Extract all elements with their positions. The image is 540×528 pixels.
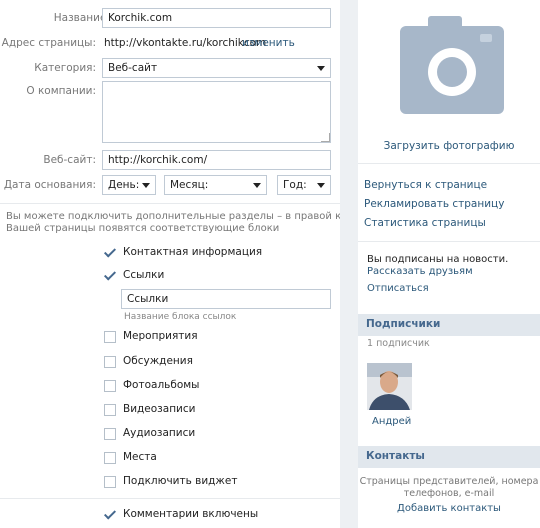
category-select[interactable]: Веб-сайт <box>102 58 331 78</box>
divider <box>358 241 540 242</box>
checkbox-label: Мероприятия <box>123 330 198 342</box>
checkbox-contacts[interactable] <box>104 247 116 259</box>
address-label: Адрес страницы: <box>1 37 96 49</box>
contacts-hint-line1: Страницы представителей, номера <box>359 476 539 487</box>
month-select[interactable]: Месяц: <box>164 175 267 195</box>
contacts-hint-line2: телефонов, e-mail <box>403 488 495 499</box>
links-block-hint: Название блока ссылок <box>124 312 237 322</box>
checkbox-places[interactable] <box>104 452 116 464</box>
divider <box>358 163 540 164</box>
chevron-down-icon <box>142 183 150 188</box>
checkbox-comments[interactable] <box>104 509 116 521</box>
checkbox-label: Аудиозаписи <box>123 427 196 439</box>
comments-label: Комментарии включены <box>123 508 259 520</box>
checkbox-label: Подключить виджет <box>123 475 238 487</box>
checkbox-label: Видеозаписи <box>123 403 196 415</box>
unsubscribe-link[interactable]: Отписаться <box>367 283 429 294</box>
website-label: Веб-сайт: <box>43 154 96 166</box>
checkbox-photoalbums[interactable] <box>104 380 116 392</box>
upload-photo-link[interactable]: Загрузить фотографию <box>358 140 540 152</box>
checkbox-videos[interactable] <box>104 404 116 416</box>
website-input[interactable]: http://korchik.com/ <box>102 150 331 170</box>
checkbox-events[interactable] <box>104 331 116 343</box>
chevron-down-icon <box>253 183 261 188</box>
checkbox-audio[interactable] <box>104 428 116 440</box>
sidebar: Загрузить фотографию Вернуться к страниц… <box>358 0 540 528</box>
founded-label: Дата основания: <box>3 179 96 191</box>
page-stats-link[interactable]: Статистика страницы <box>364 217 486 229</box>
checkbox-label: Контактная информация <box>123 246 263 258</box>
year-value: Год: <box>283 179 307 191</box>
checkbox-links[interactable] <box>104 270 116 282</box>
advertise-page-link[interactable]: Рекламировать страницу <box>364 198 504 210</box>
chevron-down-icon <box>317 183 325 188</box>
checkbox-label: Ссылки <box>123 269 165 281</box>
year-select[interactable]: Год: <box>277 175 331 195</box>
checkbox-label: Обсуждения <box>123 355 193 367</box>
month-value: Месяц: <box>170 179 209 191</box>
name-input[interactable]: Korchik.com <box>102 8 331 28</box>
avatar[interactable] <box>367 363 412 410</box>
subscribed-text: Вы подписаны на новости. <box>367 254 509 265</box>
subscribers-count[interactable]: 1 подписчик <box>367 338 430 349</box>
subscriber-name[interactable]: Андрей <box>372 416 411 427</box>
sections-hint-line2: Вашей страницы появятся соответствующие … <box>6 223 280 234</box>
resize-handle-icon[interactable] <box>321 133 330 142</box>
checkbox-widget[interactable] <box>104 476 116 488</box>
tell-friends-link[interactable]: Рассказать друзьям <box>367 266 473 277</box>
contacts-header: Контакты <box>358 446 540 468</box>
about-label: О компании: <box>26 85 96 97</box>
checkbox-discussions[interactable] <box>104 356 116 368</box>
checkbox-label: Фотоальбомы <box>123 379 200 391</box>
name-label: Название: <box>53 12 110 24</box>
chevron-down-icon <box>317 66 325 71</box>
subscribers-header[interactable]: Подписчики <box>358 314 540 336</box>
sections-hint-line1: Вы можете подключить дополнительные разд… <box>6 211 379 222</box>
column-gutter <box>340 0 358 528</box>
day-value: День: <box>108 179 140 191</box>
category-value: Веб-сайт <box>108 62 158 74</box>
category-label: Категория: <box>34 62 96 74</box>
camera-icon[interactable] <box>400 14 504 118</box>
edit-form: Название: Korchik.com Адрес страницы: ht… <box>0 0 378 528</box>
divider <box>0 498 340 499</box>
divider <box>0 203 340 204</box>
add-contacts-link[interactable]: Добавить контакты <box>358 503 540 514</box>
checkbox-label: Места <box>123 451 157 463</box>
back-to-page-link[interactable]: Вернуться к странице <box>364 179 487 191</box>
links-block-name-input[interactable]: Ссылки <box>121 289 331 309</box>
change-address-link[interactable]: изменить <box>242 37 295 49</box>
day-select[interactable]: День: <box>102 175 156 195</box>
about-textarea[interactable] <box>102 81 331 143</box>
